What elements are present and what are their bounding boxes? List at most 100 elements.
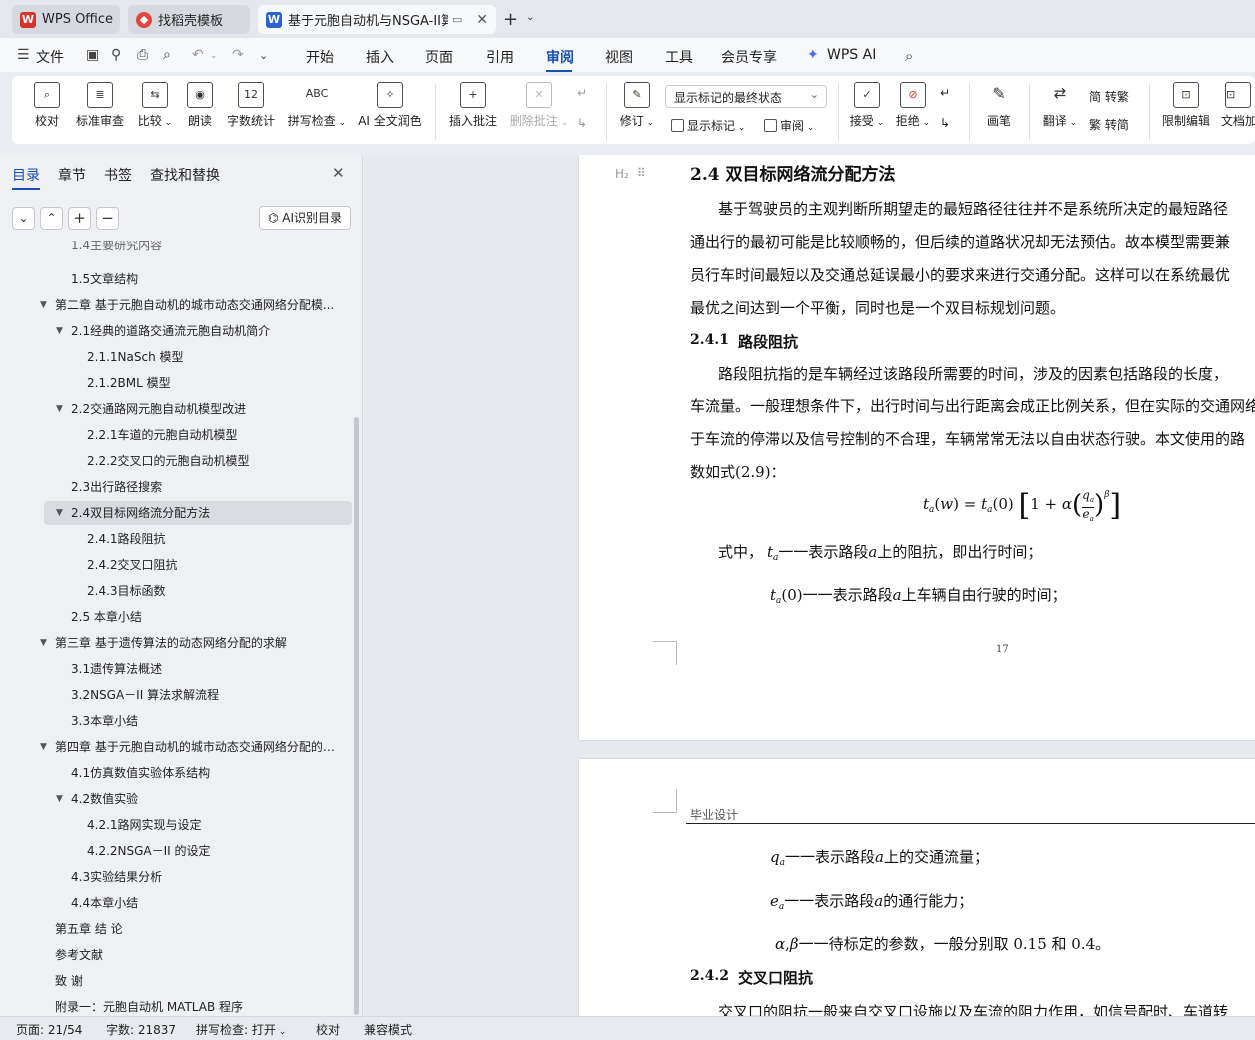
save-icon[interactable]: ▣: [86, 47, 99, 63]
tab-chapters[interactable]: 章节: [58, 165, 86, 185]
print-icon[interactable]: ⎙: [137, 47, 148, 63]
read-aloud-button[interactable]: ◉ 朗读: [186, 82, 214, 129]
toc-item[interactable]: 4.4本章小结: [44, 891, 352, 915]
menu-home[interactable]: 开始: [306, 47, 334, 67]
document-page-18[interactable]: 毕业设计 qa一一表示路段a上的交通流量； ea一一表示路段a的通行能力； α,…: [579, 759, 1255, 1016]
next-comment-icon[interactable]: ↳: [577, 116, 587, 130]
toc-item[interactable]: 3.1遗传算法概述: [44, 657, 352, 681]
track-changes-button[interactable]: ✎ 修订 ⌄: [617, 82, 657, 129]
close-icon[interactable]: ✕: [332, 164, 345, 182]
new-tab-plus-icon[interactable]: +: [503, 9, 518, 30]
drag-handle-icon[interactable]: ⠿: [637, 166, 646, 180]
menu-page[interactable]: 页面: [425, 47, 453, 67]
toc-item[interactable]: 第三章 基于遗传算法的动态网络分配的求解: [44, 631, 352, 655]
collapse-arrow-icon[interactable]: ▼: [40, 293, 47, 317]
review-pane-button[interactable]: 审阅 ⌄: [764, 117, 814, 134]
previous-comment-icon[interactable]: ↵: [577, 86, 587, 100]
reject-button[interactable]: ⊘ 拒绝 ⌄: [893, 82, 933, 129]
toc-item[interactable]: 4.2数值实验: [44, 787, 352, 811]
toc-item[interactable]: 3.2NSGA－II 算法求解流程: [44, 683, 352, 707]
toc-item[interactable]: 2.4.2交叉口阻抗: [44, 553, 352, 577]
ink-pen-button[interactable]: ✎ 画笔: [984, 82, 1014, 129]
translate-button[interactable]: ⇄ 翻译 ⌄: [1040, 82, 1080, 129]
tab-find-replace[interactable]: 查找和替换: [150, 165, 220, 185]
toc-item[interactable]: 2.1.2BML 模型: [44, 371, 352, 395]
accept-button[interactable]: ✓ 接受 ⌄: [847, 82, 887, 129]
word-count-button[interactable]: 12 字数统计: [226, 82, 276, 129]
menu-insert[interactable]: 插入: [366, 47, 394, 67]
delete-comment-button[interactable]: ✕ 删除批注 ⌄: [508, 82, 570, 129]
menu-member[interactable]: 会员专享: [721, 47, 777, 67]
menu-wps-ai[interactable]: WPS AI: [827, 47, 876, 63]
menu-file[interactable]: 文件: [36, 47, 64, 67]
ai-toc-button[interactable]: ⌬ AI识别目录: [259, 206, 351, 230]
heading-style-tag[interactable]: H₂: [615, 167, 629, 181]
tab-toc[interactable]: 目录: [12, 165, 40, 185]
menu-view[interactable]: 视图: [605, 47, 633, 67]
show-markup-button[interactable]: 显示标记 ⌄: [671, 117, 745, 134]
collapse-arrow-icon[interactable]: ▼: [56, 319, 63, 343]
menu-references[interactable]: 引用: [486, 47, 514, 67]
document-page-17[interactable]: H₂ ⠿ 2.4 双目标网络流分配方法 基于驾驶员的主观判断所期望走的最短路径往…: [579, 155, 1255, 740]
collapse-arrow-icon[interactable]: ▼: [56, 397, 63, 421]
toc-item[interactable]: 第五章 结 论: [44, 917, 352, 941]
redo-icon[interactable]: ↷: [232, 47, 244, 63]
share-icon[interactable]: ⚲: [111, 47, 121, 63]
add-heading-button[interactable]: +: [68, 207, 91, 230]
toc-item[interactable]: 1.4主要研究内容: [44, 241, 352, 257]
undo-chevron-icon[interactable]: ⌄: [210, 51, 218, 61]
ai-polish-button[interactable]: ✧ AI 全文润色: [357, 82, 423, 129]
proofread-button[interactable]: ⌕ 校对: [33, 82, 61, 129]
search-icon[interactable]: ⌕: [905, 47, 913, 65]
tab-wps-office[interactable]: W WPS Office: [12, 5, 120, 34]
toc-item[interactable]: 3.3本章小结: [44, 709, 352, 733]
toc-item[interactable]: 2.1.1NaSch 模型: [44, 345, 352, 369]
hamburger-icon[interactable]: ☰: [17, 47, 30, 63]
previous-change-icon[interactable]: ↵: [940, 86, 950, 100]
collapse-arrow-icon[interactable]: ▼: [40, 631, 47, 655]
toc-item[interactable]: 2.4.3目标函数: [44, 579, 352, 603]
spell-check-button[interactable]: ABC 拼写检查 ⌄: [287, 82, 347, 129]
toc-item[interactable]: 附录一：元胞自动机 MATLAB 程序: [44, 995, 352, 1016]
tab-docer[interactable]: ◆ 找稻壳模板: [128, 5, 250, 34]
word-count-indicator[interactable]: 字数: 21837: [106, 1021, 176, 1038]
toc-item[interactable]: 2.2.2交叉口的元胞自动机模型: [44, 449, 352, 473]
collapse-arrow-icon[interactable]: ▼: [56, 501, 63, 525]
menu-review[interactable]: 审阅: [546, 47, 574, 67]
tab-list-chevron-icon[interactable]: ⌄: [526, 12, 534, 23]
toc-item[interactable]: 1.5文章结构: [44, 267, 352, 291]
toc-item[interactable]: 2.1经典的道路交通流元胞自动机简介: [44, 319, 352, 343]
doc-encrypt-button[interactable]: ⊡ 文档加: [1221, 82, 1255, 129]
undo-icon[interactable]: ↶: [192, 47, 204, 63]
insert-comment-button[interactable]: + 插入批注: [448, 82, 498, 129]
collapse-arrow-icon[interactable]: ▼: [56, 787, 63, 811]
compare-button[interactable]: ⇆ 比较 ⌄: [135, 82, 175, 129]
tab-document[interactable]: W 基于元胞自动机与NSGA-II算 ▭ ✕: [258, 5, 496, 34]
toc-item[interactable]: 4.2.1路网实现与设定: [44, 813, 352, 837]
toc-item[interactable]: 4.3实验结果分析: [44, 865, 352, 889]
sidebar-scrollbar[interactable]: [354, 417, 359, 1015]
toc-item[interactable]: 4.1仿真数值实验体系结构: [44, 761, 352, 785]
close-tab-icon[interactable]: ✕: [470, 12, 488, 28]
proof-status[interactable]: 校对: [316, 1021, 340, 1038]
toc-item[interactable]: 第四章 基于元胞自动机的城市动态交通网络分配的数值...: [44, 735, 352, 759]
toc-item[interactable]: 2.3出行路径搜索: [44, 475, 352, 499]
standard-review-button[interactable]: ≣ 标准审查: [75, 82, 125, 129]
tab-bookmarks[interactable]: 书签: [104, 165, 132, 185]
spell-check-toggle[interactable]: 拼写检查: 打开 ⌄: [196, 1021, 286, 1038]
toc-item[interactable]: 第二章 基于元胞自动机的城市动态交通网络分配模...: [44, 293, 352, 317]
quick-access-chevron-icon[interactable]: ⌄: [259, 49, 268, 62]
toc-item[interactable]: 致 谢: [44, 969, 352, 993]
page-indicator[interactable]: 页面: 21/54: [16, 1021, 82, 1038]
toc-item[interactable]: 2.2.1车道的元胞自动机模型: [44, 423, 352, 447]
to-simplified-button[interactable]: 繁 转简: [1089, 116, 1129, 133]
collapse-up-button[interactable]: ⌃: [40, 207, 63, 230]
restrict-edit-button[interactable]: ⊡ 限制编辑: [1160, 82, 1212, 129]
collapse-arrow-icon[interactable]: ▼: [40, 735, 47, 759]
remove-heading-button[interactable]: −: [96, 207, 119, 230]
toc-item[interactable]: 2.2交通路网元胞自动机模型改进: [44, 397, 352, 421]
toc-item[interactable]: 2.5 本章小结: [44, 605, 352, 629]
to-traditional-button[interactable]: 简 转繁: [1089, 88, 1129, 105]
toc-item[interactable]: 4.2.2NSGA－II 的设定: [44, 839, 352, 863]
markup-view-select[interactable]: 显示标记的最终状态 ⌄: [665, 85, 827, 108]
